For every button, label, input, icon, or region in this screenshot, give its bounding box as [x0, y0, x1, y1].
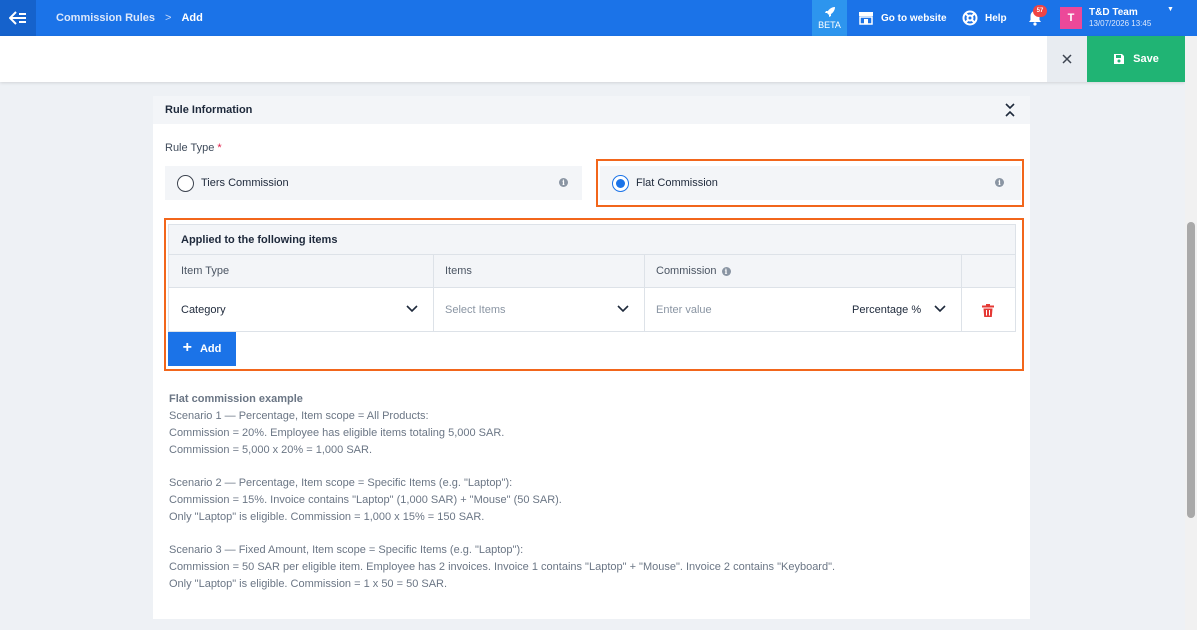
tiers-commission-option[interactable]: Tiers Commission	[165, 166, 582, 200]
card-header[interactable]: Rule Information	[153, 96, 1030, 124]
info-icon[interactable]: i	[559, 178, 568, 187]
scenario-1-line: Commission = 5,000 x 20% = 1,000 SAR.	[169, 444, 372, 456]
breadcrumb-separator-icon: >	[165, 12, 172, 24]
back-arrow-icon[interactable]	[0, 0, 36, 36]
rule-type-text: Rule Type	[165, 142, 215, 154]
rule-type-label: Rule Type *	[165, 142, 222, 154]
breadcrumb: Commission Rules > Add	[56, 0, 203, 36]
rocket-icon	[824, 7, 835, 17]
user-name: T&D Team	[1089, 7, 1138, 18]
collapse-icon[interactable]	[1003, 102, 1017, 118]
avatar: T	[1060, 7, 1082, 29]
card-title: Rule Information	[165, 104, 253, 116]
beta-label: BETA	[818, 20, 841, 30]
highlight-frame	[164, 218, 1024, 371]
user-menu[interactable]: T T&D Team 13/07/2026 13:45	[1060, 0, 1151, 36]
breadcrumb-commission-rules[interactable]: Commission Rules	[56, 12, 155, 24]
tiers-commission-radio[interactable]	[177, 174, 194, 192]
close-icon	[1062, 54, 1072, 64]
scenario-3-line: Scenario 3 — Fixed Amount, Item scope = …	[169, 544, 524, 556]
go-to-website-label: Go to website	[881, 12, 947, 24]
scenario-2-line: Only "Laptop" is eligible. Commission = …	[169, 511, 485, 523]
help-label: Help	[985, 12, 1007, 24]
save-button[interactable]: Save	[1087, 36, 1185, 82]
scenario-2-line: Scenario 2 — Percentage, Item scope = Sp…	[169, 477, 513, 489]
user-date: 13/07/2026 13:45	[1089, 19, 1152, 28]
notification-badge: 57	[1033, 5, 1047, 17]
page-scrollbar[interactable]	[1185, 36, 1197, 630]
scenario-1-line: Commission = 20%. Employee has eligible …	[169, 427, 505, 439]
required-marker: *	[217, 142, 222, 154]
go-to-website-link[interactable]: Go to website	[858, 0, 947, 36]
caret-down-icon[interactable]: ▼	[1167, 6, 1174, 13]
flat-commission-example: Flat commission example Scenario 1 — Per…	[169, 391, 1009, 593]
save-label: Save	[1133, 53, 1159, 65]
lifebuoy-icon	[962, 10, 978, 26]
store-icon	[859, 12, 873, 25]
floppy-disk-icon	[1114, 54, 1125, 64]
breadcrumb-current: Add	[181, 12, 203, 24]
scrollbar-thumb[interactable]	[1187, 222, 1195, 518]
action-bar: Save	[0, 36, 1185, 82]
beta-button[interactable]: BETA	[812, 0, 847, 36]
tiers-commission-label: Tiers Commission	[201, 177, 289, 189]
scenario-2-line: Commission = 15%. Invoice contains "Lapt…	[169, 494, 562, 506]
help-link[interactable]: Help	[962, 0, 1007, 36]
example-title: Flat commission example	[169, 393, 303, 405]
scenario-3-line: Only "Laptop" is eligible. Commission = …	[169, 578, 448, 590]
top-navbar: Commission Rules > Add BETA Go to websit…	[0, 0, 1197, 36]
close-button[interactable]	[1047, 36, 1087, 82]
scenario-1-line: Scenario 1 — Percentage, Item scope = Al…	[169, 410, 429, 422]
scenario-3-line: Commission = 50 SAR per eligible item. E…	[169, 561, 836, 573]
highlight-frame	[596, 159, 1024, 207]
